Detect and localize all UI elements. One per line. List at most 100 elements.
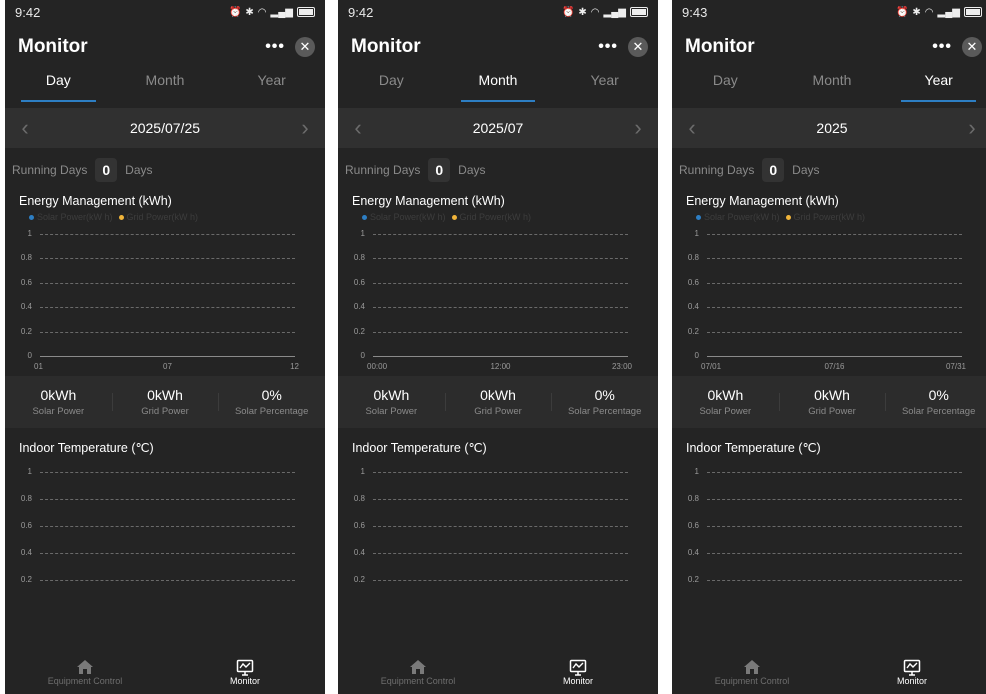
nav-label: Equipment Control [714,676,790,686]
temperature-chart-title: Indoor Temperature (℃) [352,441,487,455]
nav-monitor[interactable]: Monitor [498,650,658,694]
stat-label: Grid Power [808,406,856,417]
tab-month[interactable]: Month [112,70,219,100]
tab-day[interactable]: Day [5,70,112,102]
monitor-icon [903,658,921,676]
y-tick-label: 0.4 [687,548,699,557]
nav-label: Monitor [562,676,593,686]
nav-equipment-control[interactable]: Equipment Control [672,650,832,694]
y-tick-label: 1 [694,229,699,238]
selected-date: 2025 [816,120,848,136]
y-tick-label: 0.2 [353,575,365,584]
chevron-right-icon[interactable]: › [962,115,982,141]
legend-solar[interactable]: Solar Power(kW h) [29,212,113,222]
legend-grid[interactable]: Grid Power(kW h) [785,212,866,222]
bluetooth-icon: ✱ [912,6,921,18]
tab-day[interactable]: Day [338,70,445,100]
more-icon[interactable]: ••• [598,38,618,56]
home-icon [409,658,427,676]
legend-grid-label: Grid Power(kW h) [459,212,532,222]
tab-day[interactable]: Day [672,70,779,100]
y-tick-label: 0 [694,351,699,360]
more-icon[interactable]: ••• [932,38,952,56]
nav-monitor[interactable]: Monitor [832,650,986,694]
chart-gridline [373,526,628,527]
more-icon[interactable]: ••• [265,38,285,56]
stat-grid-power: 0kWh Grid Power [444,387,552,417]
monitor-icon [569,658,587,676]
chevron-left-icon[interactable]: ‹ [682,115,702,141]
legend-grid-label: Grid Power(kW h) [793,212,866,222]
nav-equipment-control[interactable]: Equipment Control [338,650,498,694]
stat-value: 0kWh [373,387,410,403]
tab-month[interactable]: Month [445,70,552,102]
energy-stats: 0kWh Solar Power 0kWh Grid Power 0% Sola… [5,376,325,428]
wifi-icon: ◠ [590,6,600,18]
close-icon[interactable]: ✕ [295,37,315,57]
solar-legend-dot [696,215,701,220]
x-tick-label: 12 [290,362,299,371]
wifi-icon: ◠ [924,6,934,18]
stat-label: Solar Power [32,406,85,417]
app-header: Monitor ••• ✕ [338,24,658,70]
status-icons: ⏰ ✱ ◠ ▂▄▆ [562,7,648,18]
status-time: 9:43 [682,4,708,20]
nav-monitor[interactable]: Monitor [165,650,325,694]
chevron-right-icon[interactable]: › [628,115,648,141]
period-tabs: Day Month Year [338,70,658,102]
running-days-unit: Days [125,163,153,177]
chevron-right-icon[interactable]: › [295,115,315,141]
page-title: Monitor [18,36,88,57]
y-tick-label: 0 [27,351,32,360]
stat-value: 0% [261,387,282,403]
energy-chart: 1 0.8 0.6 0.4 0.2 0 07/01 07/16 07/31 [672,224,986,376]
chart-gridline [707,553,962,554]
tab-year[interactable]: Year [885,70,986,102]
nav-label: Monitor [896,676,927,686]
period-tabs: Day Month Year [5,70,325,102]
tab-year[interactable]: Year [218,70,325,100]
home-icon [743,658,761,676]
running-days-unit: Days [458,163,486,177]
stat-value: 0% [594,387,615,403]
y-tick-label: 1 [694,467,699,476]
chevron-left-icon[interactable]: ‹ [348,115,368,141]
chevron-left-icon[interactable]: ‹ [15,115,35,141]
stat-value: 0kWh [40,387,77,403]
selected-date: 2025/07/25 [129,120,201,136]
signal-icon: ▂▄▆ [270,6,293,18]
running-days: Running Days 0 Days [5,148,325,192]
temperature-chart: 1 0.8 0.6 0.4 0.2 [672,458,986,598]
y-tick-label: 0.4 [687,302,699,312]
close-icon[interactable]: ✕ [628,37,648,57]
y-tick-label: 0.8 [20,494,32,503]
chart-gridline [707,307,962,309]
stat-grid-power: 0kWh Grid Power [111,387,219,417]
legend-solar[interactable]: Solar Power(kW h) [696,212,780,222]
app-header: Monitor ••• ✕ [5,24,325,70]
x-tick-label: 00:00 [367,362,388,371]
y-tick-label: 0 [360,351,365,360]
y-tick-label: 0.8 [687,253,699,263]
chart-gridline [40,499,295,500]
y-tick-label: 0.6 [687,521,699,530]
y-tick-label: 0.2 [687,326,699,336]
chart-gridline [707,282,962,284]
legend-solar[interactable]: Solar Power(kW h) [362,212,446,222]
close-icon[interactable]: ✕ [962,37,982,57]
chart-gridline [707,580,962,581]
legend-grid[interactable]: Grid Power(kW h) [451,212,532,222]
tab-month[interactable]: Month [779,70,886,100]
y-tick-label: 0.8 [353,494,365,503]
energy-stats: 0kWh Solar Power 0kWh Grid Power 0% Sola… [672,376,986,428]
bottom-nav: Equipment Control Monitor [5,650,325,694]
chart-gridline [373,331,628,333]
legend-grid[interactable]: Grid Power(kW h) [118,212,198,222]
y-tick-label: 0.4 [353,548,365,557]
nav-equipment-control[interactable]: Equipment Control [5,650,165,694]
temperature-chart: 1 0.8 0.6 0.4 0.2 [5,458,325,598]
status-bar: 9:42 ⏰ ✱ ◠ ▂▄▆ [5,0,325,24]
running-days: Running Days 0 Days [672,148,986,192]
temperature-chart-title: Indoor Temperature (℃) [686,441,821,455]
tab-year[interactable]: Year [551,70,658,100]
